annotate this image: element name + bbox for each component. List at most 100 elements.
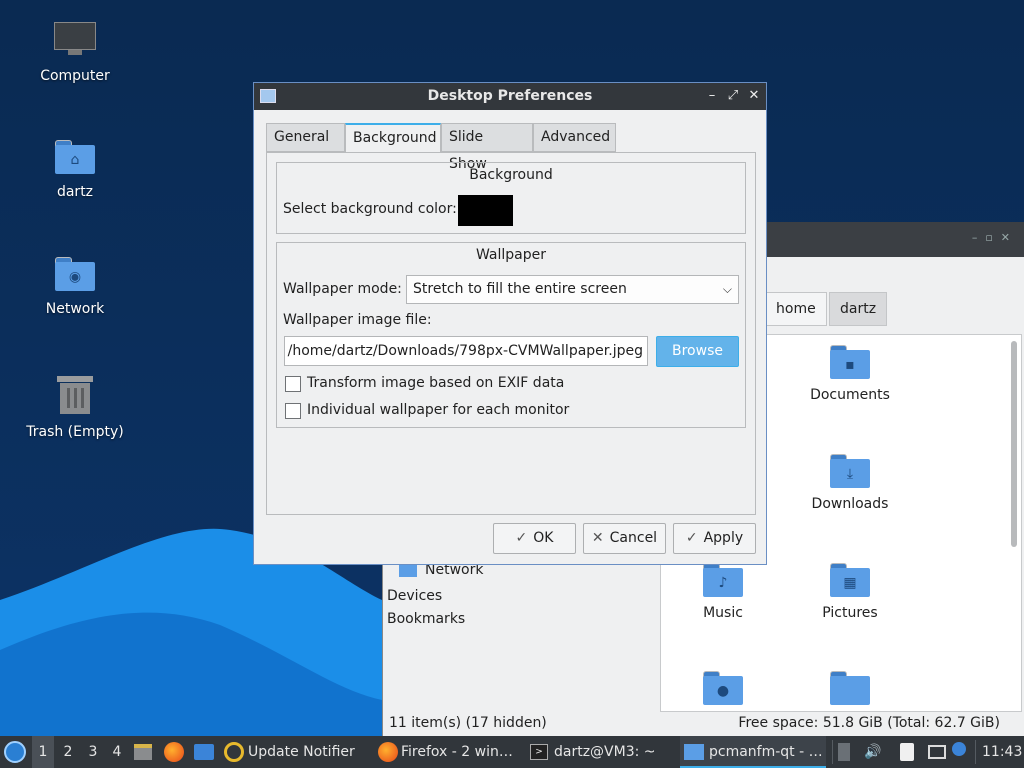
background-group: Background Select background color: [276, 162, 746, 234]
folder-icon [830, 671, 870, 705]
separator [832, 740, 833, 764]
check-icon: ✓ [515, 530, 528, 546]
color-label: Select background color: [283, 201, 457, 217]
tab-background[interactable]: Background [345, 123, 441, 153]
terminal-icon: > [530, 744, 548, 760]
tab-general[interactable]: General [266, 123, 345, 152]
desktop-icon-label: Trash (Empty) [26, 424, 124, 440]
file-item-label: Music [703, 605, 743, 621]
show-desktop-icon[interactable] [194, 736, 216, 768]
ok-label: OK [533, 530, 554, 546]
desktop-icon-label: dartz [56, 184, 94, 200]
group-title: Background [469, 167, 553, 183]
tray-expand-icon[interactable] [838, 736, 852, 768]
maximize-icon[interactable]: ⤢ [725, 87, 741, 105]
task-update-notifier[interactable]: Update Notifier [224, 736, 364, 768]
status-item-count: 11 item(s) (17 hidden) [389, 715, 547, 731]
workspace-3[interactable]: 3 [82, 736, 104, 768]
window-controls[interactable]: –▫✕ [972, 231, 1018, 244]
computer-icon [54, 22, 96, 58]
tab-advanced[interactable]: Advanced [533, 123, 616, 152]
exif-label[interactable]: Transform image based on EXIF data [307, 375, 564, 391]
apply-button[interactable]: ✓ Apply [673, 523, 756, 554]
clipboard-icon[interactable] [900, 736, 920, 768]
file-item-folder[interactable] [790, 671, 910, 713]
task-label: Update Notifier [248, 744, 355, 760]
file-item-music[interactable]: ♪ Music [663, 563, 783, 621]
folder-icon [684, 744, 704, 760]
per-monitor-checkbox[interactable] [285, 403, 301, 419]
browse-button[interactable]: Browse [656, 336, 739, 367]
home-folder-icon: ⌂ [55, 140, 95, 174]
start-menu-button[interactable] [4, 736, 28, 768]
downloads-folder-icon: ⤓ [830, 454, 870, 488]
dialog-titlebar[interactable]: Desktop Preferences – ⤢ ✕ [254, 83, 766, 110]
network-icon [399, 563, 417, 577]
close-icon[interactable]: ✕ [746, 87, 762, 105]
desktop-icon-dartz[interactable]: ⌂ dartz [0, 140, 150, 200]
file-item-documents[interactable]: ▪ Documents [790, 345, 910, 403]
ok-button[interactable]: ✓ OK [493, 523, 576, 554]
background-color-button[interactable] [458, 195, 513, 226]
file-item-label: Downloads [811, 496, 889, 512]
file-item-pictures[interactable]: ▦ Pictures [790, 563, 910, 621]
places-devices[interactable]: Devices [387, 588, 442, 604]
breadcrumb-dartz[interactable]: dartz [829, 292, 888, 326]
desktop-icon-trash[interactable]: Trash (Empty) [0, 374, 150, 440]
cancel-label: Cancel [609, 530, 658, 546]
task-pcmanfm[interactable]: pcmanfm-qt - … [680, 736, 826, 768]
lxqt-logo-icon [4, 741, 26, 763]
chevron-down-icon: ⌵ [722, 282, 732, 296]
breadcrumb-home[interactable]: home [765, 292, 827, 326]
workspace-4[interactable]: 4 [106, 736, 128, 768]
dialog-title: Desktop Preferences [427, 88, 593, 104]
workspace-1[interactable]: 1 [32, 736, 54, 768]
desktop-icon-computer[interactable]: Computer [0, 22, 150, 84]
wallpaper-file-input[interactable]: /home/dartz/Downloads/798px-CVMWallpaper… [284, 336, 648, 366]
task-terminal[interactable]: > dartz@VM3: ~ [530, 736, 656, 768]
task-label: Firefox - 2 win… [401, 744, 513, 760]
file-item-public[interactable]: ● [663, 671, 783, 713]
exif-checkbox[interactable] [285, 376, 301, 392]
tab-panel-background: Background Select background color: Wall… [266, 152, 756, 515]
cancel-icon: ✕ [591, 530, 604, 546]
task-label: dartz@VM3: ~ [554, 744, 656, 760]
wallpaper-file-value: /home/dartz/Downloads/798px-CVMWallpaper… [287, 343, 643, 359]
workspace-2[interactable]: 2 [57, 736, 79, 768]
file-item-label: Pictures [822, 605, 878, 621]
minimize-icon[interactable]: – [704, 87, 720, 105]
wallpaper-mode-value: Stretch to fill the entire screen [413, 281, 627, 297]
wallpaper-mode-label: Wallpaper mode: [283, 281, 402, 297]
task-firefox[interactable]: Firefox - 2 win… [378, 736, 520, 768]
cancel-button[interactable]: ✕ Cancel [583, 523, 666, 554]
taskbar: 1 2 3 4 Update Notifier Firefox - 2 win…… [0, 736, 1024, 768]
documents-folder-icon: ▪ [830, 345, 870, 379]
desktop-icon-label: Computer [40, 68, 110, 84]
wallpaper-mode-select[interactable]: Stretch to fill the entire screen ⌵ [406, 275, 739, 304]
network-folder-icon: ◉ [55, 257, 95, 291]
wallpaper-group: Wallpaper Wallpaper mode: Stretch to fil… [276, 242, 746, 428]
wallpaper-file-label: Wallpaper image file: [283, 312, 432, 328]
tab-slide-show[interactable]: Slide Show [441, 123, 533, 172]
file-item-label: Documents [810, 387, 890, 403]
file-item-downloads[interactable]: ⤓ Downloads [790, 454, 910, 512]
separator [975, 740, 976, 764]
clock[interactable]: 11:43 [982, 736, 1022, 768]
desktop-icon-label: Network [45, 301, 105, 317]
file-manager-launcher-icon[interactable] [134, 736, 154, 768]
trash-icon [57, 374, 93, 414]
network-tray-icon[interactable] [928, 736, 948, 768]
group-title: Wallpaper [475, 247, 547, 263]
scrollbar[interactable] [1011, 341, 1017, 547]
firefox-launcher-icon[interactable] [164, 736, 186, 768]
per-monitor-label[interactable]: Individual wallpaper for each monitor [307, 402, 569, 418]
desktop-icon-network[interactable]: ◉ Network [0, 257, 150, 317]
places-bookmarks[interactable]: Bookmarks [387, 611, 465, 627]
task-label: pcmanfm-qt - … [709, 744, 823, 760]
firefox-icon [378, 742, 398, 762]
update-tray-icon[interactable] [952, 736, 970, 768]
status-free-space: Free space: 51.8 GiB (Total: 62.7 GiB) [738, 715, 1000, 731]
public-folder-icon: ● [703, 671, 743, 705]
volume-icon[interactable]: 🔊 [862, 736, 884, 768]
pictures-folder-icon: ▦ [830, 563, 870, 597]
